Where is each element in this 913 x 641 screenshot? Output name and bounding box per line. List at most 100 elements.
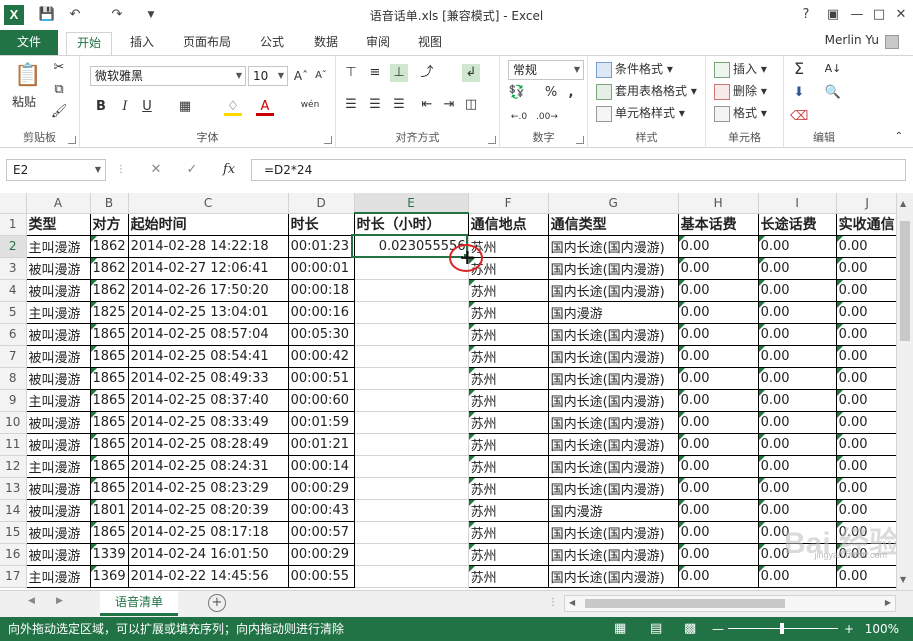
table-cell[interactable]: 0.00 (758, 477, 837, 500)
row-header[interactable]: 8 (0, 367, 27, 390)
table-cell[interactable]: 0.00 (758, 235, 837, 258)
tab-page-layout[interactable]: 页面布局 (176, 32, 238, 55)
table-cell[interactable]: 0.00 (678, 411, 759, 434)
table-cell[interactable]: 国内长途(国内漫游) (548, 367, 679, 390)
table-cell[interactable]: 1865 (90, 521, 129, 544)
insert-function-button[interactable]: fx (218, 159, 240, 181)
table-cell[interactable]: 0.00 (836, 279, 899, 302)
page-layout-view-icon[interactable]: ▤ (650, 617, 662, 641)
table-cell[interactable]: 国内长途(国内漫游) (548, 477, 679, 500)
table-cell[interactable]: 1862 (90, 279, 129, 302)
table-cell[interactable]: 0.00 (758, 455, 837, 478)
table-cell[interactable]: 1862 (90, 235, 129, 258)
table-cell[interactable]: 国内长途(国内漫游) (548, 543, 679, 566)
increase-indent-icon[interactable]: ⇥ (440, 96, 458, 114)
format-painter-icon[interactable]: 🖌 (50, 103, 68, 121)
column-header[interactable]: B (90, 193, 129, 214)
table-cell[interactable]: 1865 (90, 477, 129, 500)
tab-data[interactable]: 数据 (306, 32, 346, 55)
collapse-ribbon-icon[interactable]: ⌃ (890, 128, 908, 146)
table-cell[interactable]: 2014-02-25 08:54:41 (128, 345, 289, 368)
minimize-button[interactable]: — (846, 4, 868, 26)
table-cell[interactable] (354, 433, 469, 456)
table-cell[interactable]: 1825 (90, 301, 129, 324)
table-cell[interactable]: 0.00 (758, 301, 837, 324)
font-launcher-icon[interactable] (324, 136, 332, 144)
orientation-icon[interactable]: ⤴ (418, 64, 436, 82)
table-cell[interactable]: 苏州 (468, 389, 549, 412)
row-header[interactable]: 1 (0, 213, 27, 236)
table-cell[interactable]: 2014-02-25 08:23:29 (128, 477, 289, 500)
merge-center-icon[interactable]: ◫ (462, 96, 480, 114)
table-cell[interactable]: 0.00 (836, 301, 899, 324)
copy-icon[interactable]: ⧉ (50, 81, 68, 99)
table-cell[interactable]: 2014-02-22 14:45:56 (128, 565, 289, 588)
table-cell[interactable]: 国内长途(国内漫游) (548, 411, 679, 434)
table-cell[interactable] (354, 521, 469, 544)
table-cell[interactable] (354, 411, 469, 434)
table-cell[interactable]: 0.00 (678, 477, 759, 500)
header-cell[interactable]: 类型 (26, 213, 91, 236)
row-header[interactable]: 15 (0, 521, 27, 544)
table-cell[interactable]: 0.00 (678, 455, 759, 478)
cell-styles-button[interactable]: 单元格样式 ▾ (596, 104, 685, 122)
table-cell[interactable]: 00:00:14 (288, 455, 355, 478)
row-header[interactable]: 10 (0, 411, 27, 434)
table-cell[interactable]: 0.00 (678, 499, 759, 522)
row-header[interactable]: 9 (0, 389, 27, 412)
paste-button[interactable]: 粘贴 (12, 93, 36, 111)
table-cell[interactable]: 0.00 (758, 411, 837, 434)
table-cell[interactable]: 苏州 (468, 565, 549, 588)
tab-home[interactable]: 开始 (66, 32, 112, 55)
row-header[interactable]: 11 (0, 433, 27, 456)
row-header[interactable]: 7 (0, 345, 27, 368)
table-cell[interactable]: 0.00 (836, 411, 899, 434)
table-cell[interactable]: 1865 (90, 345, 129, 368)
wrap-text-icon[interactable]: ↲ (462, 64, 480, 82)
underline-button[interactable]: U (138, 98, 156, 116)
select-all-corner[interactable] (0, 193, 27, 214)
table-cell[interactable]: 苏州 (468, 301, 549, 324)
table-cell[interactable] (354, 565, 469, 588)
table-cell[interactable]: 0.00 (758, 565, 837, 588)
scroll-down-icon[interactable]: ▼ (900, 575, 906, 584)
table-cell[interactable]: 00:00:29 (288, 543, 355, 566)
table-cell[interactable]: 国内长途(国内漫游) (548, 257, 679, 280)
align-middle-icon[interactable]: ≡ (366, 64, 384, 82)
table-cell[interactable]: 苏州 (468, 477, 549, 500)
table-cell[interactable]: 主叫漫游 (26, 301, 91, 324)
tab-insert[interactable]: 插入 (122, 32, 162, 55)
table-cell[interactable]: 0.00 (836, 367, 899, 390)
table-cell[interactable]: 00:00:01 (288, 257, 355, 280)
user-name[interactable]: Merlin Yu (825, 33, 879, 47)
table-cell[interactable]: 主叫漫游 (26, 235, 91, 258)
avatar[interactable] (885, 35, 899, 49)
row-header[interactable]: 14 (0, 499, 27, 522)
align-top-icon[interactable]: ⊤ (342, 64, 360, 82)
sort-filter-icon[interactable]: A↓ (824, 60, 842, 78)
table-cell[interactable]: 0.00 (758, 367, 837, 390)
row-header[interactable]: 3 (0, 257, 27, 280)
table-cell[interactable]: 0.00 (836, 433, 899, 456)
table-cell[interactable]: 被叫漫游 (26, 433, 91, 456)
table-cell[interactable]: 0.00 (678, 521, 759, 544)
header-cell[interactable]: 基本话费 (678, 213, 759, 236)
table-cell[interactable]: 苏州 (468, 455, 549, 478)
table-cell[interactable] (354, 477, 469, 500)
column-header[interactable]: C (128, 193, 289, 214)
table-cell[interactable]: 国内长途(国内漫游) (548, 565, 679, 588)
table-cell[interactable]: 2014-02-25 08:28:49 (128, 433, 289, 456)
header-cell[interactable]: 起始时间 (128, 213, 289, 236)
align-left-icon[interactable]: ☰ (342, 96, 360, 114)
insert-cells-button[interactable]: 插入 ▾ (714, 60, 767, 78)
row-header[interactable]: 12 (0, 455, 27, 478)
header-cell[interactable]: 长途话费 (758, 213, 837, 236)
clear-icon[interactable]: ⌫ (790, 108, 808, 126)
table-cell[interactable]: 00:00:51 (288, 367, 355, 390)
column-header[interactable]: F (468, 193, 549, 214)
clipboard-launcher-icon[interactable] (68, 136, 76, 144)
scroll-thumb[interactable] (900, 221, 910, 341)
column-header[interactable]: A (26, 193, 91, 214)
table-cell[interactable]: 0.00 (836, 565, 899, 588)
table-cell[interactable]: 00:00:57 (288, 521, 355, 544)
